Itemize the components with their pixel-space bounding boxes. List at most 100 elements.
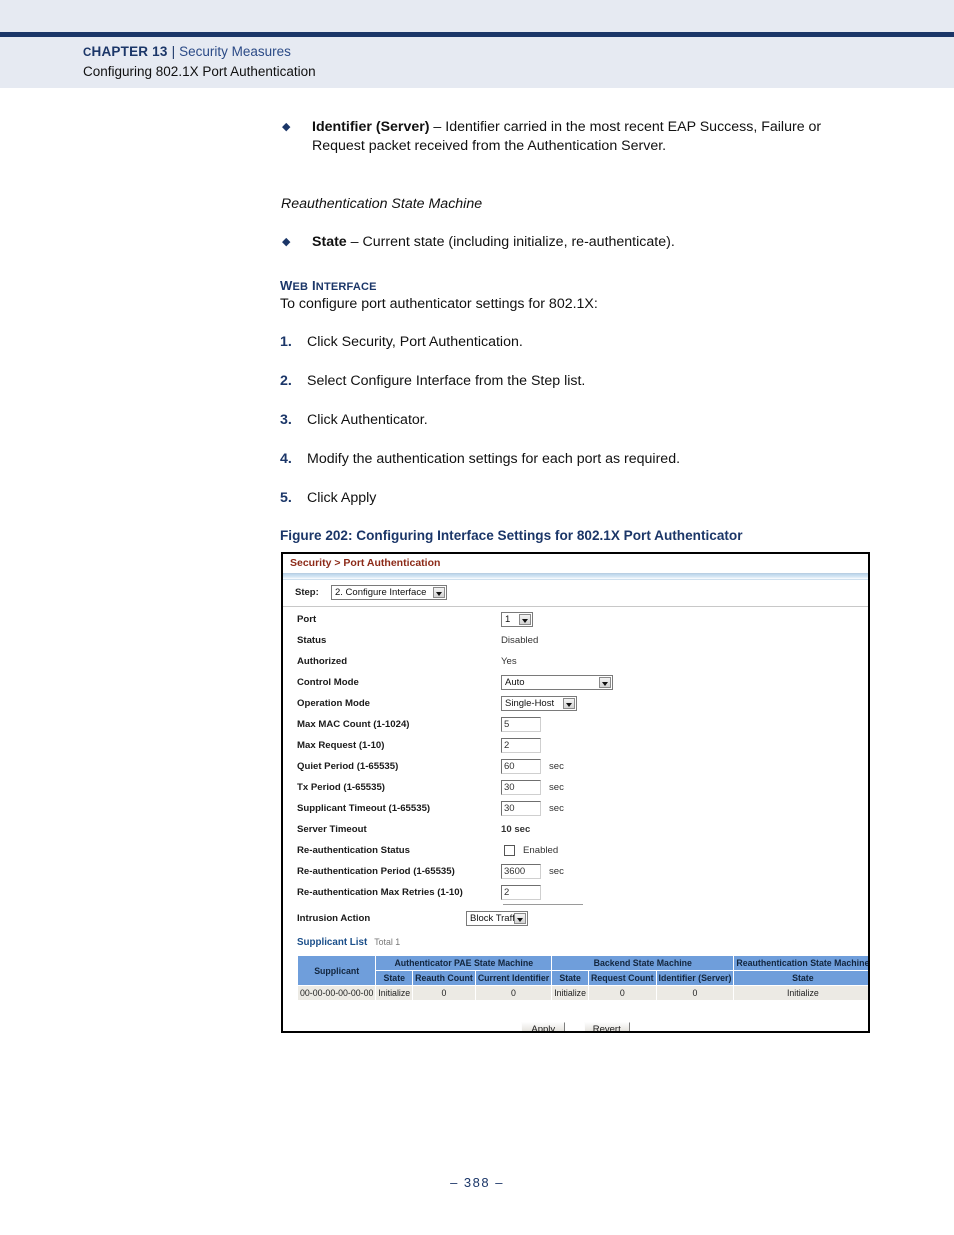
field-row-reauth-max-retries: Re-authentication Max Retries (1-10) 2 [283,884,868,905]
supplicant-list-title: Supplicant List [297,937,368,948]
field-label: Re-authentication Period (1-65535) [297,866,455,877]
step-number: 2. [280,373,292,389]
page-number: – 388 – [450,1175,504,1190]
cell-reauth-state: Initialize [733,985,868,1001]
ui-titlebar: Security > Port Authentication [283,554,868,574]
cell-supplicant-mac: 00-00-00-00-00-00 [296,985,377,1001]
chapter-number: 13 [152,44,168,59]
port-select-value: 1 [505,614,511,625]
field-label: Max Request (1-10) [297,740,385,751]
operation-mode-select[interactable]: Single-Host [501,696,577,711]
step-number: 5. [280,490,292,506]
reauth-period-input[interactable]: 3600 [501,864,541,879]
field-row-intrusion-action: Intrusion Action Block Traffic [283,910,868,931]
figure-screenshot-port-authentication: Security > Port Authentication Step: 2. … [281,552,870,1033]
th-request-count: Request Count [587,970,657,986]
cell-request-count: 0 [587,985,657,1001]
web-interface-intro: To configure port authenticator settings… [280,296,598,312]
header-subtitle: Configuring 802.1X Port Authentication [83,64,316,79]
tx-period-input[interactable]: 30 [501,780,541,795]
step-item: 4. Modify the authentication settings fo… [280,451,870,467]
table-sub-header-row: State Reauth Count Current Identifier St… [298,970,868,986]
diamond-bullet-icon: ◆ [282,121,291,133]
field-label: Tx Period (1-65535) [297,782,385,793]
quiet-period-input[interactable]: 60 [501,759,541,774]
chapter-label: CHAPTER 13 [83,44,168,59]
bullet-dash: – [429,119,446,135]
field-row-status: Status Disabled [283,632,868,653]
field-label: Intrusion Action [297,913,371,924]
ui-action-buttons: Apply Revert [283,1019,868,1031]
reauth-status-checkbox-label: Enabled [523,845,559,856]
page-footer: – 388 – [0,1175,954,1235]
ui-form: Port 1 Status Disabled Authorized Yes Co… [283,607,868,1031]
field-row-max-mac-count: Max MAC Count (1-1024) 5 [283,716,868,737]
th-authenticator-pae-state-machine: Authenticator PAE State Machine [375,955,553,971]
table-group-header-row: Supplicant Authenticator PAE State Machi… [296,955,868,986]
table-row: 00-00-00-00-00-00 Initialize 0 0 Initial… [296,985,868,1001]
field-row-reauth-status: Re-authentication Status Enabled [283,842,868,863]
step-text: Modify the authentication settings for e… [307,451,681,467]
unit-label: sec [549,761,564,772]
step-text: Click Authenticator. [307,412,428,428]
cell-current-identifier: 0 [474,985,553,1001]
ui-step-row: Step: 2. Configure Interface [283,580,868,607]
bullet-dash: – [346,234,363,250]
cell-backend-state: Initialize [551,985,589,1001]
max-request-input[interactable]: 2 [501,738,541,753]
reauth-status-checkbox[interactable] [504,845,515,856]
field-label: Status [297,635,327,646]
cell-pae-state: Initialize [375,985,414,1001]
web-interface-heading: WEB INTERFACE [280,278,377,293]
page-header: CHAPTER 13 | Security Measures Configuring… [0,0,954,88]
bullet-state: ◆ State – Current state (including initi… [282,233,862,252]
breadcrumb: CHAPTER 13 | Security Measures [83,44,291,59]
field-row-supplicant-timeout: Supplicant Timeout (1-65535) 30 sec [283,800,868,821]
chevron-down-icon [433,587,445,598]
th-backend-state: State [551,970,589,986]
field-label: Re-authentication Status [297,845,411,856]
apply-button[interactable]: Apply [521,1022,566,1031]
field-row-control-mode: Control Mode Auto [283,674,868,695]
port-select[interactable]: 1 [501,612,533,627]
field-row-server-timeout: Server Timeout 10 sec [283,821,868,842]
header-separator: | [171,44,176,59]
ui-breadcrumb: Security > Port Authentication [290,557,441,569]
step-text: Click Apply [307,490,377,506]
step-select[interactable]: 2. Configure Interface [331,585,447,600]
step-text: Click Security, Port Authentication. [307,334,523,350]
header-rule [0,32,954,37]
figure-caption: Figure 202: Configuring Interface Settin… [280,528,743,543]
reauth-max-retries-input[interactable]: 2 [501,885,541,900]
step-item: 3. Click Authenticator. [280,412,870,428]
authorized-value: Yes [501,656,517,667]
chevron-down-icon [514,913,526,924]
supplicant-list-heading: Supplicant List Total 1 [297,937,400,948]
step-number: 4. [280,451,292,467]
field-row-tx-period: Tx Period (1-65535) 30 sec [283,779,868,800]
control-mode-select[interactable]: Auto [501,675,613,690]
field-label: Authorized [297,656,348,667]
chevron-down-icon [599,677,611,688]
bullet-identifier-server: ◆ Identifier (Server) – Identifier carri… [282,118,862,155]
field-label: Max MAC Count (1-1024) [297,719,410,730]
unit-label: sec [549,866,564,877]
cell-identifier-server: 0 [655,985,735,1001]
th-supplicant: Supplicant [296,955,377,986]
intrusion-action-select[interactable]: Block Traffic [466,911,528,926]
bullet-description: Current state (including initialize, re-… [362,234,675,250]
field-label: Server Timeout [297,824,367,835]
server-timeout-value: 10 sec [501,824,531,835]
max-mac-count-input[interactable]: 5 [501,717,541,732]
supplicant-timeout-input[interactable]: 30 [501,801,541,816]
bullet-term: Identifier (Server) [312,119,430,135]
field-row-authorized: Authorized Yes [283,653,868,674]
unit-label: sec [549,782,564,793]
field-label: Operation Mode [297,698,371,709]
field-row-operation-mode: Operation Mode Single-Host [283,695,868,716]
bullet-state-text: State – Current state (including initial… [312,233,862,252]
field-row-quiet-period: Quiet Period (1-65535) 60 sec [283,758,868,779]
th-identifier-server: Identifier (Server) [655,970,735,986]
revert-button[interactable]: Revert [583,1022,630,1031]
reauth-state-machine-heading: Reauthentication State Machine [281,196,483,212]
